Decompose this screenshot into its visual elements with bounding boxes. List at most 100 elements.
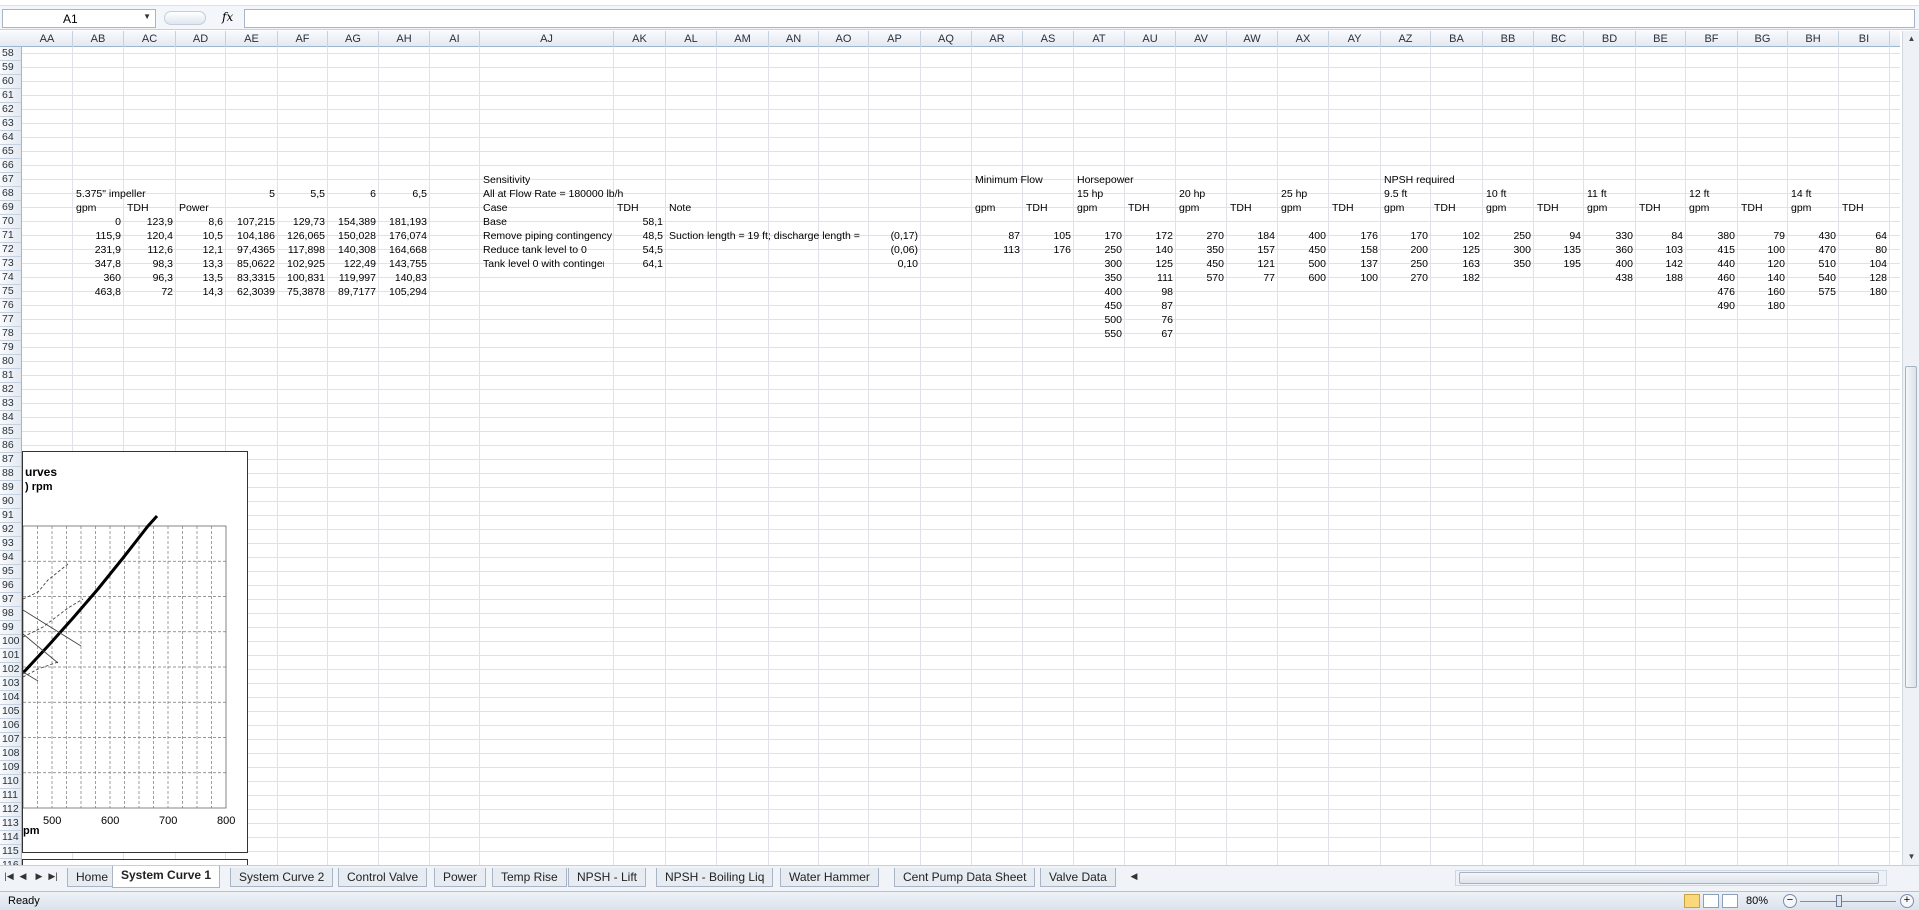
cell-grid[interactable] <box>22 47 1900 865</box>
cell-as72[interactable]: 176 <box>1023 243 1074 257</box>
column-header-be[interactable]: BE <box>1636 31 1686 47</box>
cell-be73[interactable]: 142 <box>1636 257 1686 271</box>
formula-input[interactable] <box>244 9 1915 28</box>
column-header-bh[interactable]: BH <box>1788 31 1839 47</box>
row-header-105[interactable]: 105 <box>0 705 21 719</box>
column-header-ar[interactable]: AR <box>972 31 1023 47</box>
cell-ba72[interactable]: 125 <box>1431 243 1483 257</box>
vertical-scrollbar[interactable]: ▲ ▼ <box>1902 31 1919 865</box>
cell-af70[interactable]: 129,73 <box>278 215 328 229</box>
cell-bh72[interactable]: 470 <box>1788 243 1839 257</box>
cell-bd73[interactable]: 400 <box>1584 257 1636 271</box>
tab-npsh-boiling-liq[interactable]: NPSH - Boiling Liq <box>656 868 774 887</box>
cell-bb73[interactable]: 350 <box>1483 257 1534 271</box>
cell-ae74[interactable]: 83,3315 <box>226 271 278 285</box>
cell-bh74[interactable]: 540 <box>1788 271 1839 285</box>
column-header-au[interactable]: AU <box>1125 31 1176 47</box>
column-header-af[interactable]: AF <box>278 31 328 47</box>
cell-ap71[interactable]: (0,17) <box>869 229 921 243</box>
cell-bb71[interactable]: 250 <box>1483 229 1534 243</box>
row-header-63[interactable]: 63 <box>0 117 21 131</box>
tab-home[interactable]: Home <box>67 868 118 887</box>
tab-valve-data[interactable]: Valve Data <box>1040 868 1116 887</box>
cell-bi72[interactable]: 80 <box>1839 243 1890 257</box>
row-header-90[interactable]: 90 <box>0 495 21 509</box>
column-header-bg[interactable]: BG <box>1738 31 1788 47</box>
zoom-slider-thumb[interactable] <box>1836 895 1842 907</box>
cell-ac73[interactable]: 98,3 <box>124 257 176 271</box>
row-header-96[interactable]: 96 <box>0 579 21 593</box>
cell-bh68[interactable]: 14 ft <box>1788 187 1919 201</box>
cell-ad72[interactable]: 12,1 <box>176 243 226 257</box>
cell-bc71[interactable]: 94 <box>1534 229 1584 243</box>
vertical-scroll-thumb[interactable] <box>1905 366 1917 688</box>
cell-ay73[interactable]: 137 <box>1329 257 1381 271</box>
cell-bf76[interactable]: 490 <box>1686 299 1738 313</box>
cell-aw72[interactable]: 157 <box>1227 243 1278 257</box>
cell-ap73[interactable]: 0,10 <box>869 257 921 271</box>
row-header-111[interactable]: 111 <box>0 789 21 803</box>
column-header-as[interactable]: AS <box>1023 31 1074 47</box>
row-header-89[interactable]: 89 <box>0 481 21 495</box>
row-header-92[interactable]: 92 <box>0 523 21 537</box>
column-header-aw[interactable]: AW <box>1227 31 1278 47</box>
row-header-70[interactable]: 70 <box>0 215 21 229</box>
row-header-58[interactable]: 58 <box>0 47 21 61</box>
row-header-68[interactable]: 68 <box>0 187 21 201</box>
column-header-ah[interactable]: AH <box>379 31 430 47</box>
row-header-107[interactable]: 107 <box>0 733 21 747</box>
row-header-64[interactable]: 64 <box>0 131 21 145</box>
row-header-67[interactable]: 67 <box>0 173 21 187</box>
zoom-out-icon[interactable]: − <box>1783 894 1797 908</box>
cell-az71[interactable]: 170 <box>1381 229 1431 243</box>
row-header-103[interactable]: 103 <box>0 677 21 691</box>
column-header-ay[interactable]: AY <box>1329 31 1381 47</box>
prev-sheet-icon[interactable]: ◀ <box>17 871 29 882</box>
column-header-ad[interactable]: AD <box>176 31 226 47</box>
cell-ax72[interactable]: 450 <box>1278 243 1329 257</box>
row-header-80[interactable]: 80 <box>0 355 21 369</box>
scroll-up-icon[interactable]: ▲ <box>1903 31 1919 47</box>
cell-bh73[interactable]: 510 <box>1788 257 1839 271</box>
cell-av71[interactable]: 270 <box>1176 229 1227 243</box>
cell-ba71[interactable]: 102 <box>1431 229 1483 243</box>
cell-as71[interactable]: 105 <box>1023 229 1074 243</box>
cell-ax74[interactable]: 600 <box>1278 271 1329 285</box>
cell-ae72[interactable]: 97,4365 <box>226 243 278 257</box>
cell-bi75[interactable]: 180 <box>1839 285 1890 299</box>
row-header-115[interactable]: 115 <box>0 845 21 859</box>
row-header-112[interactable]: 112 <box>0 803 21 817</box>
tab-system-curve-2[interactable]: System Curve 2 <box>230 868 334 887</box>
row-header-110[interactable]: 110 <box>0 775 21 789</box>
cell-av72[interactable]: 350 <box>1176 243 1227 257</box>
tab-npsh-lift[interactable]: NPSH - Lift <box>568 868 647 887</box>
cell-ae75[interactable]: 62,3039 <box>226 285 278 299</box>
row-header-78[interactable]: 78 <box>0 327 21 341</box>
row-header-113[interactable]: 113 <box>0 817 21 831</box>
row-header-88[interactable]: 88 <box>0 467 21 481</box>
row-header-59[interactable]: 59 <box>0 61 21 75</box>
cell-av73[interactable]: 450 <box>1176 257 1227 271</box>
insert-function-icon[interactable]: fx <box>222 10 233 24</box>
row-header-87[interactable]: 87 <box>0 453 21 467</box>
cell-aj68[interactable]: All at Flow Rate = 180000 lb/h <box>480 187 1080 201</box>
cell-ab72[interactable]: 231,9 <box>73 243 124 257</box>
row-header-73[interactable]: 73 <box>0 257 21 271</box>
cell-ae68[interactable]: 5 <box>226 187 278 201</box>
first-sheet-icon[interactable]: |◀ <box>3 871 15 882</box>
cell-bc72[interactable]: 135 <box>1534 243 1584 257</box>
row-header-81[interactable]: 81 <box>0 369 21 383</box>
row-header-66[interactable]: 66 <box>0 159 21 173</box>
column-header-bc[interactable]: BC <box>1534 31 1584 47</box>
column-header-az[interactable]: AZ <box>1381 31 1431 47</box>
cell-ba74[interactable]: 182 <box>1431 271 1483 285</box>
cell-bh75[interactable]: 575 <box>1788 285 1839 299</box>
cell-ay72[interactable]: 158 <box>1329 243 1381 257</box>
cell-ab73[interactable]: 347,8 <box>73 257 124 271</box>
cell-bf75[interactable]: 476 <box>1686 285 1738 299</box>
cell-ar71[interactable]: 87 <box>972 229 1023 243</box>
cell-bg75[interactable]: 160 <box>1738 285 1788 299</box>
cell-au71[interactable]: 172 <box>1125 229 1176 243</box>
cell-at74[interactable]: 350 <box>1074 271 1125 285</box>
row-header-85[interactable]: 85 <box>0 425 21 439</box>
